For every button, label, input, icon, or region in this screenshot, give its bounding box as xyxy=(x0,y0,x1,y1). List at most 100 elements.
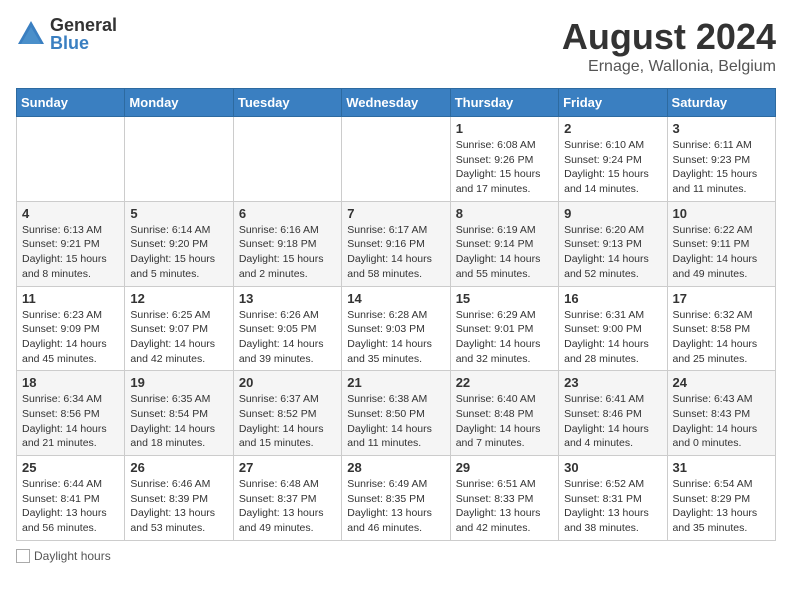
title-block: August 2024 Ernage, Wallonia, Belgium xyxy=(562,16,776,76)
day-info: Sunrise: 6:22 AM Sunset: 9:11 PM Dayligh… xyxy=(673,223,770,282)
logo-blue-text: Blue xyxy=(50,34,117,52)
weekday-tuesday: Tuesday xyxy=(233,89,341,117)
day-number: 21 xyxy=(347,375,444,390)
calendar-cell xyxy=(342,117,450,202)
calendar-cell xyxy=(125,117,233,202)
day-info: Sunrise: 6:54 AM Sunset: 8:29 PM Dayligh… xyxy=(673,477,770,536)
daylight-legend: Daylight hours xyxy=(16,549,111,563)
day-number: 29 xyxy=(456,460,553,475)
day-info: Sunrise: 6:35 AM Sunset: 8:54 PM Dayligh… xyxy=(130,392,227,451)
day-info: Sunrise: 6:49 AM Sunset: 8:35 PM Dayligh… xyxy=(347,477,444,536)
day-number: 1 xyxy=(456,121,553,136)
calendar-cell: 27 Sunrise: 6:48 AM Sunset: 8:37 PM Dayli… xyxy=(233,456,341,541)
day-info: Sunrise: 6:10 AM Sunset: 9:24 PM Dayligh… xyxy=(564,138,661,197)
calendar-cell: 17 Sunrise: 6:32 AM Sunset: 8:58 PM Dayli… xyxy=(667,286,775,371)
day-info: Sunrise: 6:29 AM Sunset: 9:01 PM Dayligh… xyxy=(456,308,553,367)
day-number: 10 xyxy=(673,206,770,221)
calendar-cell: 30 Sunrise: 6:52 AM Sunset: 8:31 PM Dayli… xyxy=(559,456,667,541)
day-info: Sunrise: 6:46 AM Sunset: 8:39 PM Dayligh… xyxy=(130,477,227,536)
calendar-table: SundayMondayTuesdayWednesdayThursdayFrid… xyxy=(16,88,776,541)
daylight-label: Daylight hours xyxy=(34,549,111,563)
calendar-cell: 4 Sunrise: 6:13 AM Sunset: 9:21 PM Daylig… xyxy=(17,201,125,286)
day-number: 7 xyxy=(347,206,444,221)
calendar-cell: 8Sunrise: 6:19 AM Sunset: 9:14 PM Daylig… xyxy=(450,201,558,286)
calendar-cell: 2Sunrise: 6:10 AM Sunset: 9:24 PM Daylig… xyxy=(559,117,667,202)
day-number: 4 xyxy=(22,206,119,221)
calendar-cell: 25 Sunrise: 6:44 AM Sunset: 8:41 PM Dayli… xyxy=(17,456,125,541)
day-info: Sunrise: 6:26 AM Sunset: 9:05 PM Dayligh… xyxy=(239,308,336,367)
calendar-cell: 31Sunrise: 6:54 AM Sunset: 8:29 PM Dayli… xyxy=(667,456,775,541)
week-row-5: 25 Sunrise: 6:44 AM Sunset: 8:41 PM Dayli… xyxy=(17,456,776,541)
calendar-cell: 16Sunrise: 6:31 AM Sunset: 9:00 PM Dayli… xyxy=(559,286,667,371)
day-number: 13 xyxy=(239,291,336,306)
day-number: 23 xyxy=(564,375,661,390)
calendar-cell: 5 Sunrise: 6:14 AM Sunset: 9:20 PM Daylig… xyxy=(125,201,233,286)
day-number: 8 xyxy=(456,206,553,221)
day-info: Sunrise: 6:44 AM Sunset: 8:41 PM Dayligh… xyxy=(22,477,119,536)
day-info: Sunrise: 6:14 AM Sunset: 9:20 PM Dayligh… xyxy=(130,223,227,282)
day-number: 19 xyxy=(130,375,227,390)
day-info: Sunrise: 6:08 AM Sunset: 9:26 PM Dayligh… xyxy=(456,138,553,197)
day-number: 22 xyxy=(456,375,553,390)
weekday-saturday: Saturday xyxy=(667,89,775,117)
calendar-cell: 12 Sunrise: 6:25 AM Sunset: 9:07 PM Dayli… xyxy=(125,286,233,371)
calendar-cell: 1 Sunrise: 6:08 AM Sunset: 9:26 PM Daylig… xyxy=(450,117,558,202)
logo: General Blue xyxy=(16,16,117,52)
calendar-cell: 10 Sunrise: 6:22 AM Sunset: 9:11 PM Dayli… xyxy=(667,201,775,286)
day-info: Sunrise: 6:41 AM Sunset: 8:46 PM Dayligh… xyxy=(564,392,661,451)
day-info: Sunrise: 6:13 AM Sunset: 9:21 PM Dayligh… xyxy=(22,223,119,282)
day-info: Sunrise: 6:38 AM Sunset: 8:50 PM Dayligh… xyxy=(347,392,444,451)
week-row-2: 4 Sunrise: 6:13 AM Sunset: 9:21 PM Daylig… xyxy=(17,201,776,286)
calendar-cell: 9Sunrise: 6:20 AM Sunset: 9:13 PM Daylig… xyxy=(559,201,667,286)
day-info: Sunrise: 6:40 AM Sunset: 8:48 PM Dayligh… xyxy=(456,392,553,451)
week-row-1: 1 Sunrise: 6:08 AM Sunset: 9:26 PM Daylig… xyxy=(17,117,776,202)
day-info: Sunrise: 6:51 AM Sunset: 8:33 PM Dayligh… xyxy=(456,477,553,536)
weekday-thursday: Thursday xyxy=(450,89,558,117)
calendar-cell: 24 Sunrise: 6:43 AM Sunset: 8:43 PM Dayli… xyxy=(667,371,775,456)
day-number: 17 xyxy=(673,291,770,306)
week-row-3: 11Sunrise: 6:23 AM Sunset: 9:09 PM Dayli… xyxy=(17,286,776,371)
page-header: General Blue August 2024 Ernage, Walloni… xyxy=(16,16,776,76)
calendar-cell: 18 Sunrise: 6:34 AM Sunset: 8:56 PM Dayli… xyxy=(17,371,125,456)
week-row-4: 18 Sunrise: 6:34 AM Sunset: 8:56 PM Dayli… xyxy=(17,371,776,456)
day-number: 5 xyxy=(130,206,227,221)
weekday-wednesday: Wednesday xyxy=(342,89,450,117)
day-info: Sunrise: 6:28 AM Sunset: 9:03 PM Dayligh… xyxy=(347,308,444,367)
month-title: August 2024 xyxy=(562,16,776,58)
location: Ernage, Wallonia, Belgium xyxy=(562,58,776,76)
day-info: Sunrise: 6:43 AM Sunset: 8:43 PM Dayligh… xyxy=(673,392,770,451)
day-number: 15 xyxy=(456,291,553,306)
calendar-cell: 11Sunrise: 6:23 AM Sunset: 9:09 PM Dayli… xyxy=(17,286,125,371)
day-info: Sunrise: 6:52 AM Sunset: 8:31 PM Dayligh… xyxy=(564,477,661,536)
day-info: Sunrise: 6:17 AM Sunset: 9:16 PM Dayligh… xyxy=(347,223,444,282)
day-number: 12 xyxy=(130,291,227,306)
calendar-cell: 19 Sunrise: 6:35 AM Sunset: 8:54 PM Dayli… xyxy=(125,371,233,456)
calendar-cell xyxy=(17,117,125,202)
day-number: 27 xyxy=(239,460,336,475)
day-number: 18 xyxy=(22,375,119,390)
calendar-cell xyxy=(233,117,341,202)
calendar-cell: 26 Sunrise: 6:46 AM Sunset: 8:39 PM Dayli… xyxy=(125,456,233,541)
logo-general-text: General xyxy=(50,16,117,34)
day-info: Sunrise: 6:16 AM Sunset: 9:18 PM Dayligh… xyxy=(239,223,336,282)
day-info: Sunrise: 6:32 AM Sunset: 8:58 PM Dayligh… xyxy=(673,308,770,367)
day-info: Sunrise: 6:48 AM Sunset: 8:37 PM Dayligh… xyxy=(239,477,336,536)
day-number: 30 xyxy=(564,460,661,475)
weekday-sunday: Sunday xyxy=(17,89,125,117)
weekday-friday: Friday xyxy=(559,89,667,117)
day-number: 24 xyxy=(673,375,770,390)
day-number: 16 xyxy=(564,291,661,306)
day-info: Sunrise: 6:25 AM Sunset: 9:07 PM Dayligh… xyxy=(130,308,227,367)
calendar-footer: Daylight hours xyxy=(16,549,776,563)
day-info: Sunrise: 6:11 AM Sunset: 9:23 PM Dayligh… xyxy=(673,138,770,197)
day-number: 6 xyxy=(239,206,336,221)
calendar-cell: 3Sunrise: 6:11 AM Sunset: 9:23 PM Daylig… xyxy=(667,117,775,202)
day-number: 14 xyxy=(347,291,444,306)
day-number: 28 xyxy=(347,460,444,475)
calendar-cell: 13 Sunrise: 6:26 AM Sunset: 9:05 PM Dayli… xyxy=(233,286,341,371)
day-info: Sunrise: 6:34 AM Sunset: 8:56 PM Dayligh… xyxy=(22,392,119,451)
day-info: Sunrise: 6:20 AM Sunset: 9:13 PM Dayligh… xyxy=(564,223,661,282)
day-number: 25 xyxy=(22,460,119,475)
day-number: 26 xyxy=(130,460,227,475)
day-info: Sunrise: 6:37 AM Sunset: 8:52 PM Dayligh… xyxy=(239,392,336,451)
